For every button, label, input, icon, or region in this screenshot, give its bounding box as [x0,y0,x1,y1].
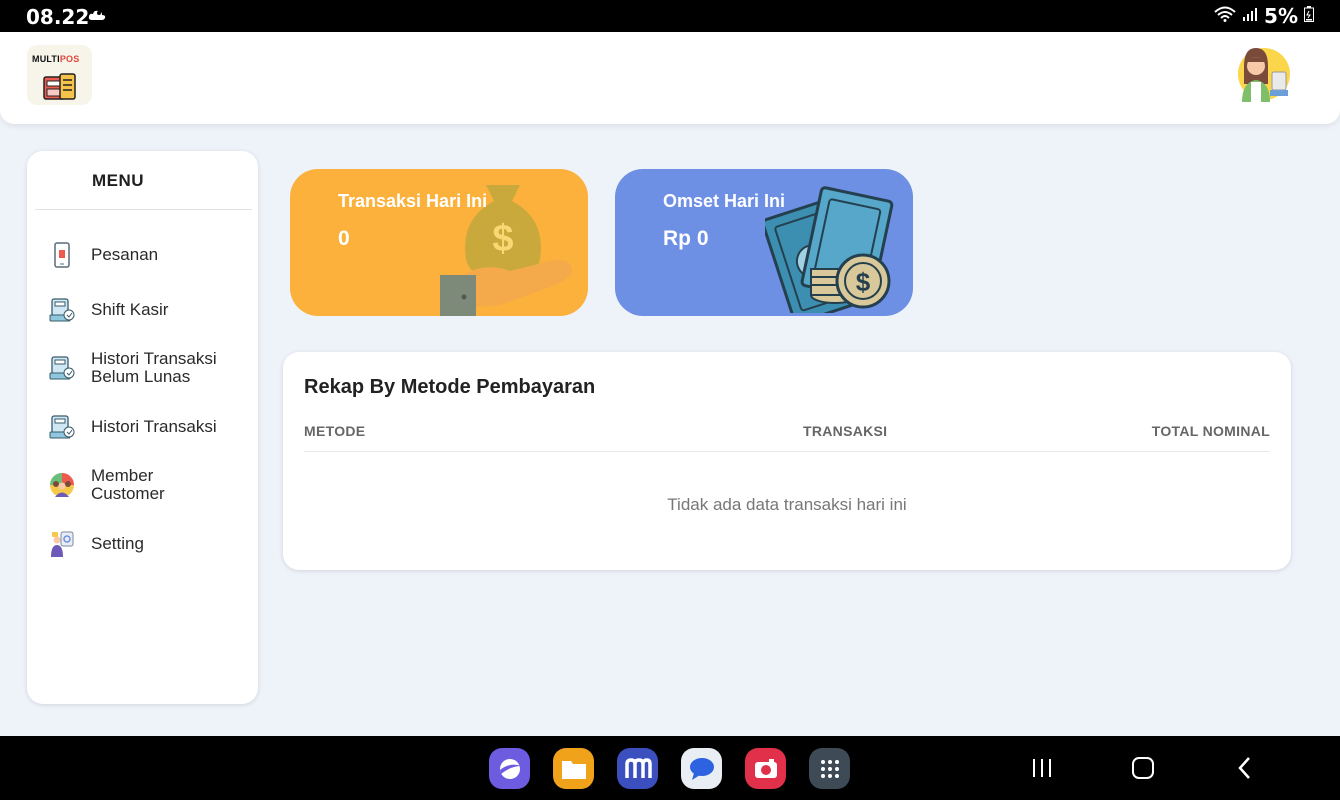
pos-terminal-icon [43,73,77,106]
app-drawer-icon[interactable] [809,748,850,789]
sidebar-menu: MENU Pesanan Shift Kasir Histori Transak… [27,151,258,704]
column-header-transaksi: TRANSAKSI [803,423,888,439]
battery-icon [1304,5,1314,27]
card-value: Rp 0 [663,227,709,250]
cashier-register-icon [47,353,77,383]
sidebar-item-label: Pesanan [91,245,159,264]
svg-text:$: $ [492,218,513,260]
empty-state-message: Tidak ada data transaksi hari ini [667,495,907,514]
messages-app-icon[interactable] [681,748,722,789]
sidebar-item-histori-transaksi[interactable]: Histori Transaksi [47,412,247,442]
status-time: 08.22 [26,5,90,29]
back-button[interactable] [1229,752,1261,784]
cashier-register-icon [47,295,77,325]
column-header-total-nominal: TOTAL NOMINAL [1151,423,1270,439]
cashier-avatar[interactable] [1234,44,1290,104]
sidebar-item-label: Shift Kasir [91,300,169,319]
sidebar-item-setting[interactable]: Setting [47,529,247,559]
sidebar-item-label: Histori Transaksi [91,417,217,436]
top-header: MULTIPOS [0,32,1340,124]
panel-title: Rekap By Metode Pembayaran [304,376,596,398]
card-title: Omset Hari Ini [663,191,786,211]
home-button[interactable] [1127,752,1159,784]
android-nav-bar [0,736,1340,800]
sidebar-item-shift-kasir[interactable]: Shift Kasir [47,295,247,325]
multipos-app-icon[interactable] [617,748,658,789]
sidebar-item-member-customer[interactable]: Member Customer [47,467,247,503]
multipos-logo[interactable]: MULTIPOS [27,45,92,105]
transactions-today-card[interactable]: Transaksi Hari Ini 0 $ [290,169,588,316]
phone-order-icon [47,240,77,270]
turnover-today-card[interactable]: Omset Hari Ini Rp 0 $ [615,169,913,316]
signal-icon [1242,6,1258,27]
files-app-icon[interactable] [553,748,594,789]
svg-text:$: $ [856,267,871,297]
status-bar: 08.22 5% [0,0,1340,32]
table-divider [304,451,1270,452]
sidebar-item-histori-belum-lunas[interactable]: Histori Transaksi Belum Lunas [47,350,247,386]
cash-coins-icon: $ [761,183,905,316]
settings-person-icon [47,529,77,559]
camera-app-icon[interactable] [745,748,786,789]
sidebar-item-label: Setting [91,534,144,553]
sidebar-item-label: Histori Transaksi Belum Lunas [91,349,217,386]
menu-title: MENU [92,171,145,190]
payment-method-recap-panel: Rekap By Metode Pembayaran METODE TRANSA… [283,352,1291,570]
wifi-icon [1214,6,1236,27]
menu-divider [35,209,252,210]
logo-text: MULTIPOS [32,54,80,64]
battery-level: 5% [1264,4,1298,28]
sidebar-item-pesanan[interactable]: Pesanan [47,240,247,270]
status-right: 5% [1214,4,1314,28]
card-value: 0 [338,227,350,250]
recents-button[interactable] [1026,752,1058,784]
cloud-icon [88,8,106,27]
sidebar-item-label: Member Customer [91,466,165,503]
column-header-metode: METODE [304,423,366,439]
cashier-register-icon [47,412,77,442]
internet-app-icon[interactable] [489,748,530,789]
card-title: Transaksi Hari Ini [338,191,488,211]
members-group-icon [47,470,77,500]
